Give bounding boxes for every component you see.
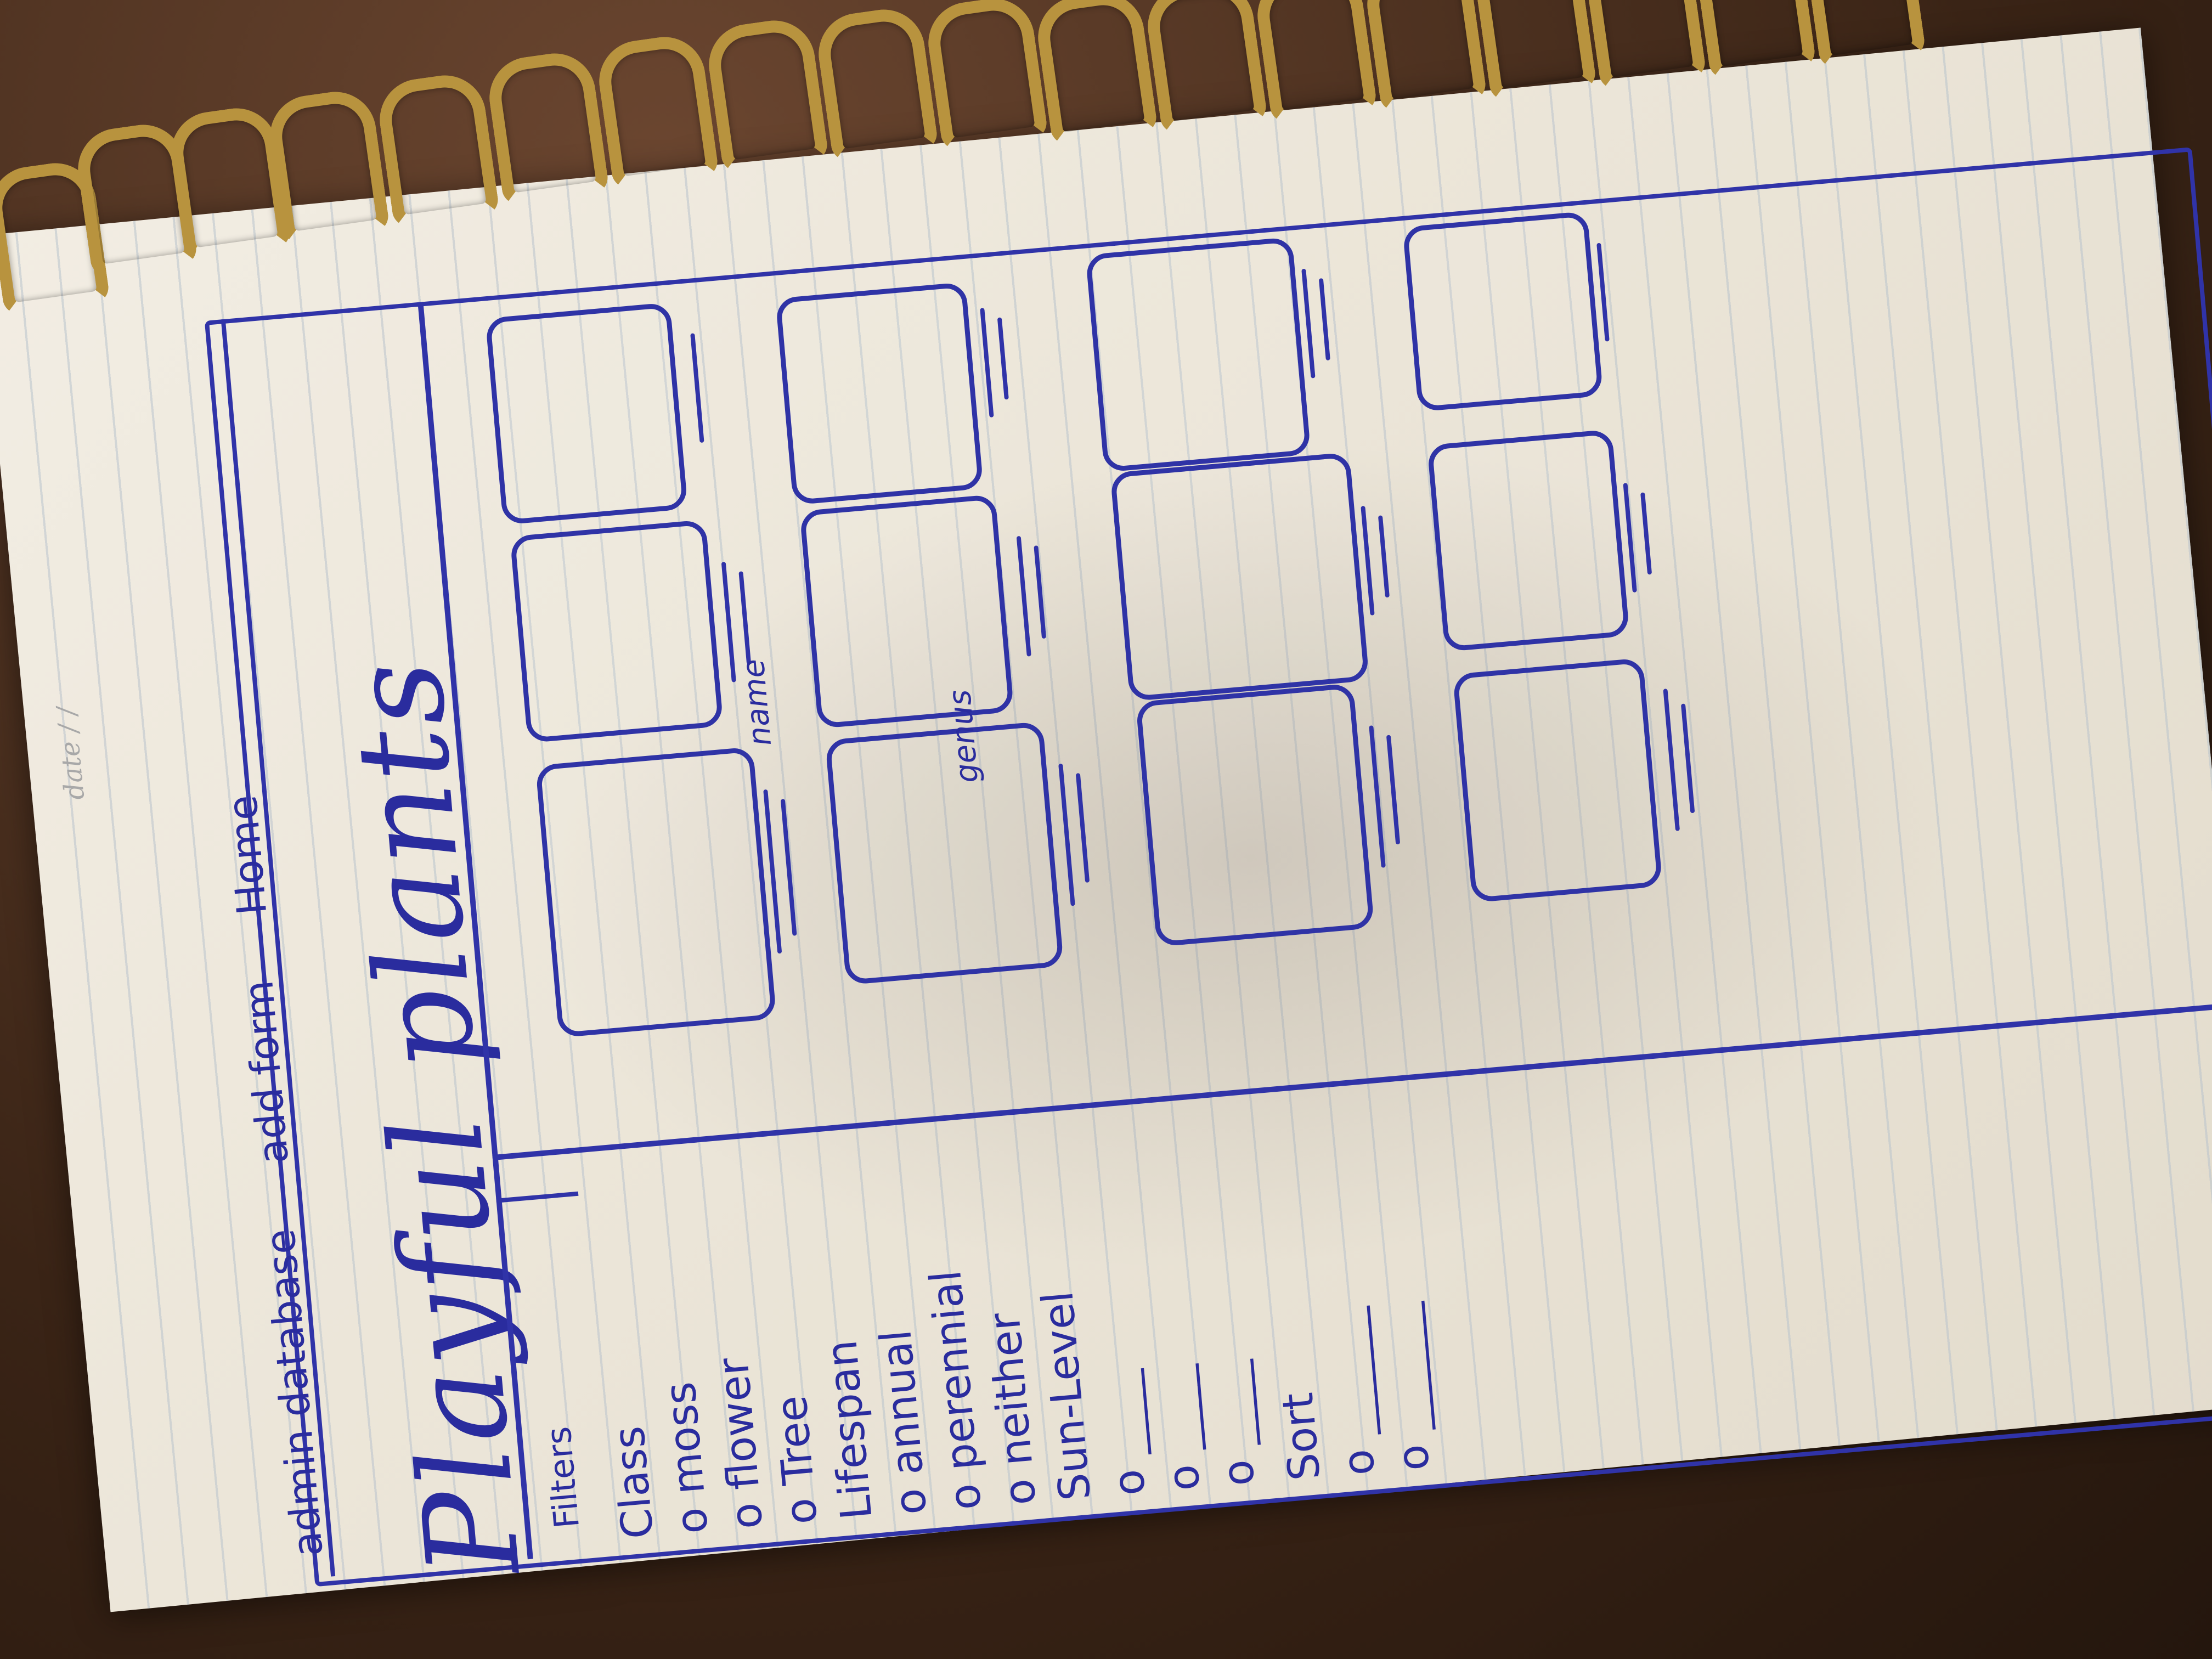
plant-card[interactable] (510, 519, 724, 743)
sort-heading: Sort (1273, 1390, 1330, 1483)
filter-option-label: moss (655, 1380, 715, 1497)
wireframe-sketch: admin database add form Home Playful pla… (110, 127, 2212, 1592)
ring (264, 86, 391, 245)
ring (813, 4, 939, 163)
plant-card[interactable] (535, 746, 777, 1038)
ring (594, 31, 720, 190)
filter-option-label: Tree (766, 1393, 824, 1487)
annotation-name: name (735, 657, 779, 748)
plant-card[interactable] (485, 302, 689, 525)
ring (1801, 0, 1927, 70)
plant-card[interactable] (1427, 429, 1630, 652)
plant-card[interactable] (1452, 657, 1663, 903)
ring (1142, 0, 1268, 136)
ring (923, 0, 1049, 152)
ring (484, 48, 610, 207)
ring (703, 15, 830, 174)
ring (1362, 0, 1488, 114)
ring (1252, 0, 1378, 125)
filter-class-heading: Class (604, 1424, 664, 1541)
plant-card[interactable] (1085, 236, 1311, 473)
plant-card[interactable] (775, 281, 984, 505)
ring (374, 70, 500, 229)
plant-card[interactable] (825, 721, 1064, 985)
ring (1691, 0, 1817, 81)
plant-card[interactable] (1402, 211, 1604, 412)
plant-card[interactable] (1110, 452, 1370, 702)
plant-card[interactable] (799, 494, 1014, 729)
plant-card[interactable] (1135, 683, 1375, 947)
ring (1032, 0, 1159, 146)
ring (1581, 0, 1707, 92)
ring (1471, 0, 1598, 103)
